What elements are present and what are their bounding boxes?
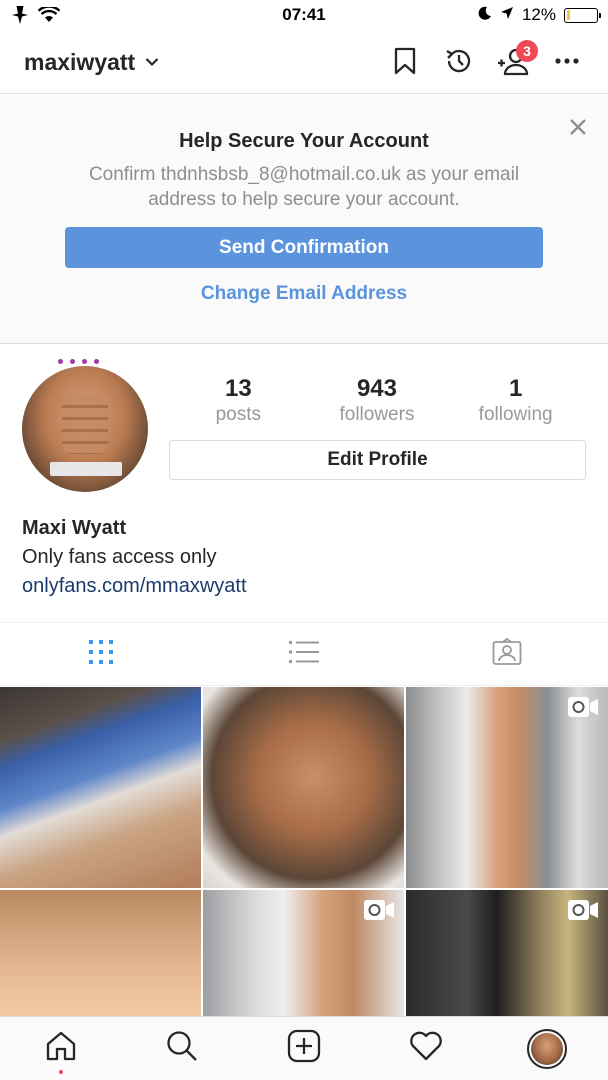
profile-stats: 13 posts 943 followers 1 following — [169, 375, 585, 427]
tagged-icon — [492, 637, 522, 671]
video-icon — [568, 900, 598, 925]
archive-history-icon[interactable] — [442, 44, 476, 78]
avatar[interactable] — [22, 366, 148, 492]
nav-new-post[interactable] — [243, 1017, 365, 1080]
post-thumbnail[interactable] — [203, 890, 404, 1017]
nav-profile[interactable] — [486, 1017, 608, 1080]
followers-count: 943 — [356, 375, 397, 402]
banner-body: Confirm thdnhsbsb_8@hotmail.co.uk as you… — [88, 164, 520, 210]
list-icon — [289, 639, 319, 670]
followers-label: followers — [339, 404, 415, 425]
nav-home[interactable] — [0, 1017, 122, 1080]
bio: Only fans access only — [22, 546, 217, 568]
posts-count: 13 — [224, 375, 252, 402]
posts-stat[interactable]: 13 posts — [173, 375, 303, 427]
heart-icon — [409, 1031, 443, 1066]
following-label: following — [478, 404, 553, 425]
bottom-nav — [0, 1016, 608, 1080]
profile-link[interactable]: onlyfans.com/mmaxwyatt — [22, 575, 247, 598]
grid-icon — [88, 639, 114, 670]
tab-list[interactable] — [203, 623, 406, 685]
tab-grid[interactable] — [0, 623, 203, 685]
more-options-icon[interactable] — [550, 44, 584, 78]
post-thumbnail[interactable] — [203, 687, 404, 888]
chevron-down-icon — [145, 54, 159, 72]
followers-stat[interactable]: 943 followers — [312, 375, 442, 427]
moon-icon — [478, 5, 492, 25]
video-icon — [364, 900, 394, 925]
discover-people-icon[interactable]: 3 — [496, 40, 538, 78]
post-thumbnail[interactable] — [0, 890, 201, 1017]
search-icon — [166, 1030, 198, 1067]
tab-tagged[interactable] — [405, 623, 608, 685]
secure-account-banner: Help Secure Your Account Confirm thdnhsb… — [0, 95, 608, 344]
video-icon — [568, 697, 598, 722]
username: maxiwyatt — [24, 49, 136, 75]
send-confirmation-button[interactable]: Send Confirmation — [65, 227, 543, 268]
home-icon — [45, 1030, 77, 1067]
posts-grid — [0, 687, 608, 1017]
post-thumbnail[interactable] — [0, 687, 201, 888]
profile-header: maxiwyatt 3 — [0, 32, 608, 94]
battery-icon — [564, 7, 601, 23]
battery-percent: 12% — [521, 5, 556, 24]
profile-avatar-icon — [527, 1028, 568, 1069]
profile-tabs — [0, 622, 608, 686]
change-email-link[interactable]: Change Email Address — [0, 283, 608, 305]
story-indicator — [58, 359, 99, 364]
following-count: 1 — [508, 375, 523, 402]
account-switcher[interactable]: maxiwyatt — [24, 49, 159, 76]
edit-profile-button[interactable]: Edit Profile — [169, 440, 586, 480]
post-thumbnail[interactable] — [406, 890, 608, 1017]
add-post-icon — [287, 1029, 321, 1068]
nav-activity[interactable] — [365, 1017, 487, 1080]
location-icon — [500, 5, 514, 25]
status-bar: 07:41 12% — [0, 0, 608, 32]
activity-dot — [58, 1070, 63, 1074]
post-thumbnail[interactable] — [406, 687, 608, 888]
saved-bookmark-icon[interactable] — [388, 44, 422, 78]
banner-title: Help Secure Your Account — [179, 130, 429, 152]
posts-label: posts — [215, 404, 262, 425]
battery-fill — [566, 10, 570, 20]
nav-search[interactable] — [122, 1017, 244, 1080]
profile-section: 13 posts 943 followers 1 following Edit … — [0, 345, 608, 622]
following-stat[interactable]: 1 following — [451, 375, 581, 427]
notification-badge: 3 — [516, 40, 538, 62]
full-name: Maxi Wyatt — [22, 517, 127, 539]
